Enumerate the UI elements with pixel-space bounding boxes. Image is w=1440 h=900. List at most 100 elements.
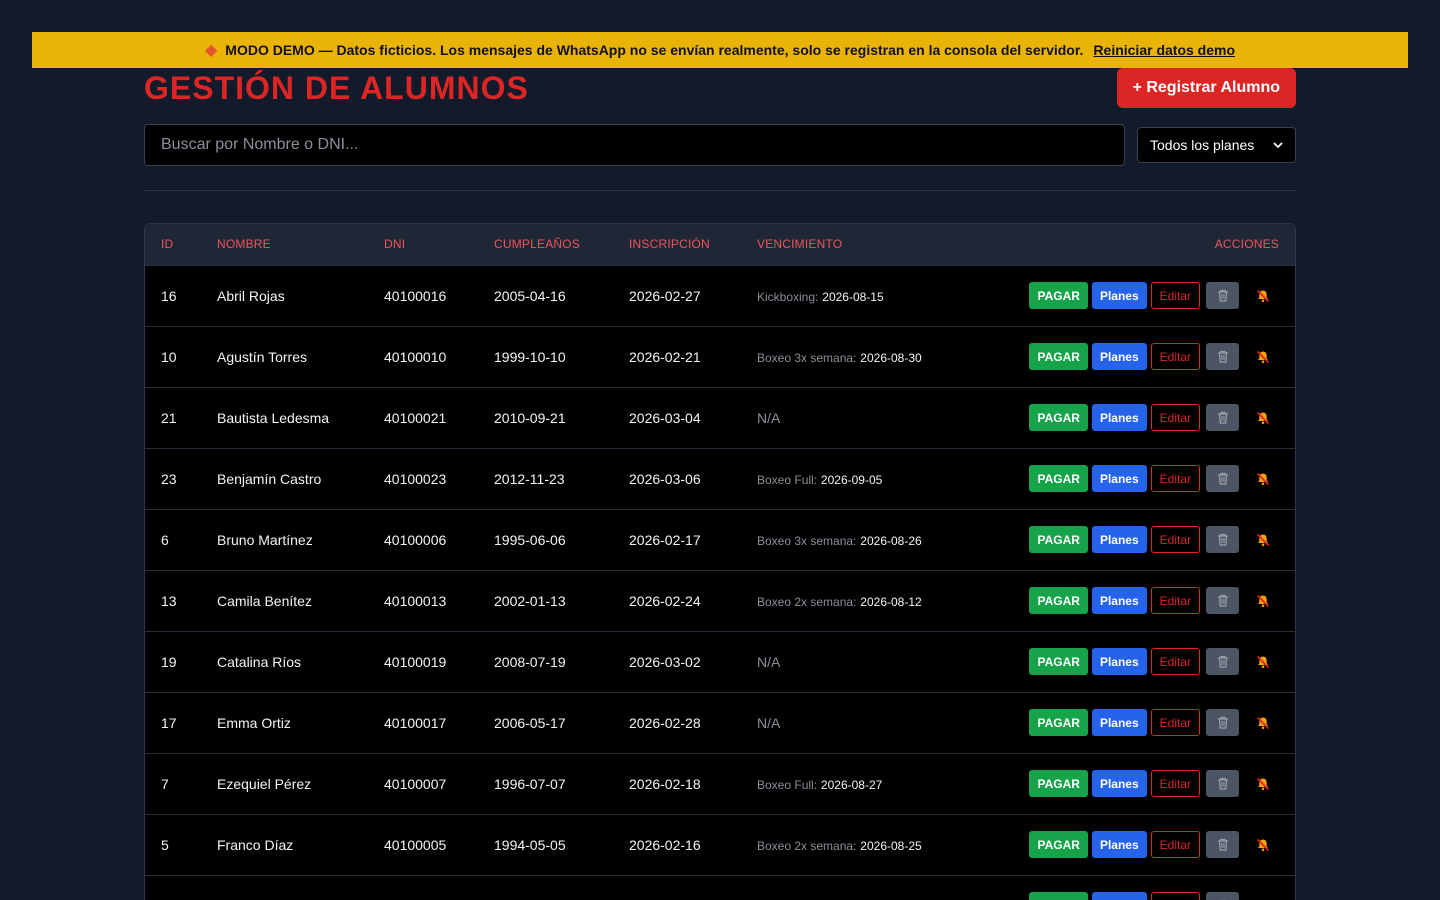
pay-button[interactable]: PAGAR [1029, 770, 1088, 797]
notify-button[interactable] [1247, 587, 1279, 614]
cell-actions: PAGAR Planes Editar [1005, 692, 1295, 753]
col-actions: ACCIONES [1214, 237, 1279, 252]
pay-button[interactable]: PAGAR [1029, 526, 1088, 553]
cell-name: Bruno Martínez [217, 531, 313, 548]
plans-button[interactable]: Planes [1091, 892, 1147, 900]
cell-due: Boxeo 2x semana: 2026-08-25 [741, 814, 1005, 875]
trash-icon [1217, 411, 1228, 424]
cell-name: Agustín Torres [217, 348, 308, 365]
col-birthday[interactable]: CUMPLEAÑOS [478, 224, 613, 265]
notify-button[interactable] [1247, 709, 1279, 736]
pay-button[interactable]: PAGAR [1029, 404, 1088, 431]
trash-icon [1217, 655, 1228, 668]
delete-button[interactable] [1206, 465, 1239, 492]
cell-birthday: 2008-07-19 [494, 653, 566, 670]
edit-button[interactable]: Editar [1150, 526, 1200, 553]
notify-button[interactable] [1247, 282, 1279, 309]
notify-button[interactable] [1247, 892, 1279, 900]
pay-button[interactable]: PAGAR [1029, 831, 1088, 858]
delete-button[interactable] [1206, 343, 1239, 370]
register-student-button[interactable]: + Registrar Alumno [1116, 68, 1296, 108]
edit-button[interactable]: Editar [1150, 709, 1200, 736]
col-id[interactable]: ID [145, 224, 201, 265]
notify-button[interactable] [1247, 831, 1279, 858]
pay-button[interactable]: PAGAR [1029, 709, 1088, 736]
table-row: 17 Emma Ortiz 40100017 2006-05-17 2026-0… [145, 692, 1295, 753]
table-row: PAGAR Planes Editar [145, 875, 1295, 900]
plan-filter-select[interactable]: Todos los planes [1137, 127, 1296, 163]
delete-button[interactable] [1206, 526, 1239, 553]
delete-button[interactable] [1206, 831, 1239, 858]
delete-button[interactable] [1206, 404, 1239, 431]
bell-off-icon [1256, 838, 1270, 851]
cell-dni: 40100013 [384, 592, 447, 609]
bell-off-icon [1256, 716, 1270, 729]
notify-button[interactable] [1247, 770, 1279, 797]
delete-button[interactable] [1206, 648, 1239, 675]
col-dni[interactable]: DNI [368, 224, 478, 265]
cell-signup: 2026-03-06 [629, 470, 701, 487]
bell-off-icon [1256, 533, 1270, 546]
cell-dni: 40100016 [384, 287, 447, 304]
due-plan: Boxeo 2x semana: [757, 838, 857, 853]
edit-button[interactable]: Editar [1150, 892, 1200, 900]
delete-button[interactable] [1206, 770, 1239, 797]
plans-button[interactable]: Planes [1091, 465, 1147, 492]
cell-signup: 2026-02-16 [629, 836, 701, 853]
plans-button[interactable]: Planes [1091, 282, 1147, 309]
plans-button[interactable]: Planes [1091, 526, 1147, 553]
plans-button[interactable]: Planes [1091, 648, 1147, 675]
plans-button[interactable]: Planes [1091, 404, 1147, 431]
notify-button[interactable] [1247, 526, 1279, 553]
pay-button[interactable]: PAGAR [1029, 343, 1088, 370]
plans-button[interactable]: Planes [1091, 770, 1147, 797]
table-row: 16 Abril Rojas 40100016 2005-04-16 2026-… [145, 265, 1295, 326]
plans-button[interactable]: Planes [1091, 831, 1147, 858]
notify-button[interactable] [1247, 343, 1279, 370]
delete-button[interactable] [1206, 892, 1239, 900]
edit-button[interactable]: Editar [1150, 770, 1200, 797]
edit-button[interactable]: Editar [1150, 343, 1200, 370]
col-name[interactable]: NOMBRE [201, 224, 368, 265]
demo-banner-text: MODO DEMO — Datos ficticios. Los mensaje… [225, 42, 1084, 58]
edit-button[interactable]: Editar [1150, 404, 1200, 431]
cell-name: Abril Rojas [217, 287, 285, 304]
cell-name: Catalina Ríos [217, 653, 302, 670]
col-signup[interactable]: INSCRIPCIÓN [613, 224, 741, 265]
pay-button[interactable]: PAGAR [1029, 587, 1088, 614]
delete-button[interactable] [1206, 282, 1239, 309]
notify-button[interactable] [1247, 465, 1279, 492]
notify-button[interactable] [1247, 404, 1279, 431]
due-date: N/A [757, 409, 781, 426]
trash-icon [1217, 838, 1228, 851]
pay-button[interactable]: PAGAR [1029, 282, 1088, 309]
notify-button[interactable] [1247, 648, 1279, 675]
plans-button[interactable]: Planes [1091, 343, 1147, 370]
pay-button[interactable]: PAGAR [1029, 648, 1088, 675]
due-plan: Boxeo Full: [757, 472, 818, 487]
reset-demo-link[interactable]: Reiniciar datos demo [1093, 42, 1235, 58]
diamond-icon: ◆ [204, 42, 218, 59]
delete-button[interactable] [1206, 587, 1239, 614]
cell-name: Benjamín Castro [217, 470, 322, 487]
edit-button[interactable]: Editar [1150, 648, 1200, 675]
cell-actions: PAGAR Planes Editar [1005, 631, 1295, 692]
plans-button[interactable]: Planes [1091, 709, 1147, 736]
cell-signup: 2026-03-04 [629, 409, 701, 426]
cell-birthday: 1994-05-05 [494, 836, 566, 853]
search-input[interactable] [144, 124, 1125, 166]
edit-button[interactable]: Editar [1150, 465, 1200, 492]
delete-button[interactable] [1206, 709, 1239, 736]
students-table: ID NOMBRE DNI CUMPLEAÑOS INSCRIPCIÓN VEN… [144, 223, 1296, 900]
edit-button[interactable]: Editar [1150, 587, 1200, 614]
pay-button[interactable]: PAGAR [1029, 892, 1088, 900]
plans-button[interactable]: Planes [1091, 587, 1147, 614]
due-date: 2026-08-30 [860, 350, 922, 365]
cell-id [145, 875, 201, 900]
cell-name: Emma Ortiz [217, 714, 291, 731]
edit-button[interactable]: Editar [1150, 282, 1200, 309]
col-due[interactable]: VENCIMIENTO [741, 224, 1005, 265]
pay-button[interactable]: PAGAR [1029, 465, 1088, 492]
cell-dni: 40100023 [384, 470, 447, 487]
edit-button[interactable]: Editar [1150, 831, 1200, 858]
